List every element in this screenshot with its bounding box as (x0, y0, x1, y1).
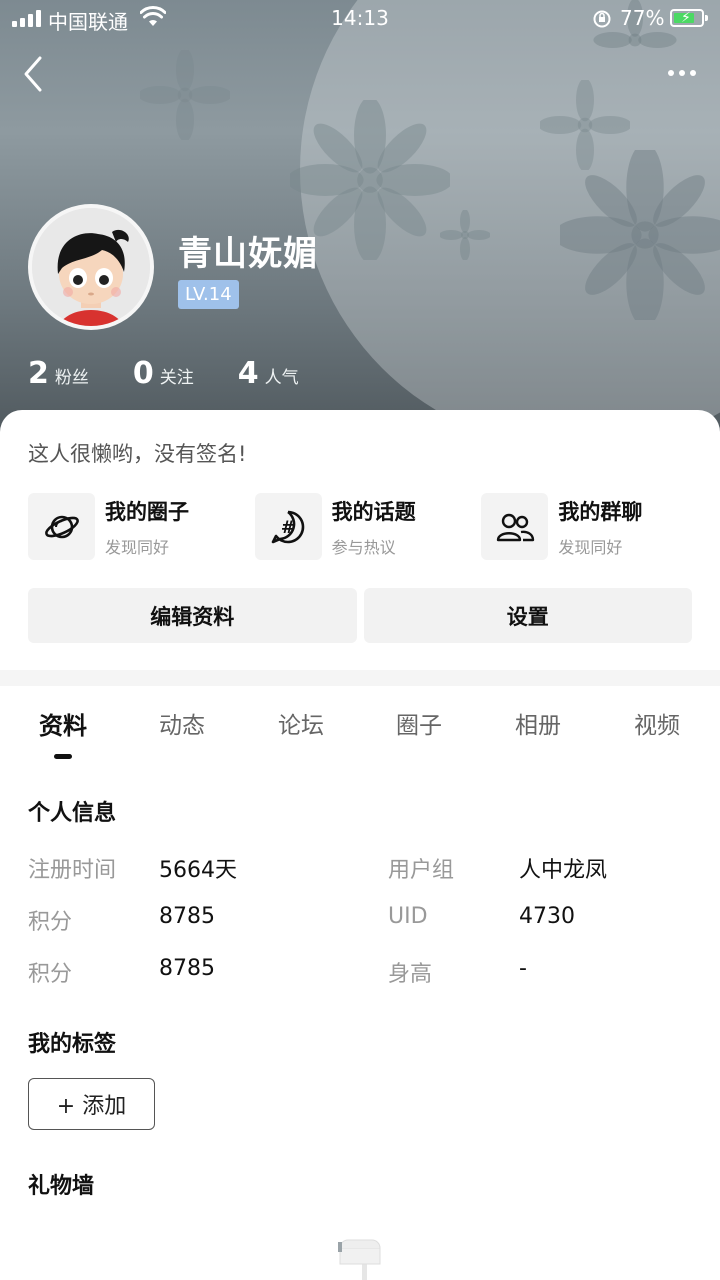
active-tab-indicator (54, 754, 72, 759)
info-key: 注册时间 (28, 858, 117, 883)
stat-label: 人气 (264, 368, 299, 388)
svg-text:#: # (281, 518, 295, 538)
flower-decoration (560, 150, 720, 320)
quick-link-title: 我的圈子 (105, 499, 189, 524)
stat-value: 2 (28, 356, 49, 391)
stat-following[interactable]: 0 关注 (133, 356, 194, 391)
bio-text[interactable]: 这人很懒哟，没有签名! (28, 438, 246, 468)
info-key: 用户组 (388, 858, 455, 883)
stat-value: 4 (237, 356, 259, 391)
status-time: 14:13 (331, 6, 389, 30)
info-value: 8785 (159, 904, 215, 929)
group-users-icon (481, 493, 549, 560)
tab-profile[interactable]: 资料 (3, 706, 123, 741)
settings-button[interactable]: 设置 (363, 588, 692, 643)
username: 青山妩媚 (178, 234, 318, 274)
rotation-lock-icon (592, 9, 612, 34)
quick-link-groups[interactable]: 我的群聊 发现同好 (481, 493, 708, 560)
stat-label: 关注 (159, 368, 194, 388)
info-value: 人中龙凤 (519, 858, 608, 883)
quick-link-subtitle: 发现同好 (558, 537, 623, 557)
planet-icon (28, 493, 95, 560)
more-options-button[interactable] (662, 58, 702, 88)
tab-circles[interactable]: 圈子 (359, 706, 479, 740)
chevron-left-icon (24, 56, 42, 92)
info-value: 4730 (519, 904, 575, 929)
tags-title: 我的标签 (28, 1032, 117, 1057)
quick-link-subtitle: 发现同好 (105, 537, 170, 557)
add-tag-button[interactable]: + 添加 (28, 1078, 155, 1130)
more-dots-icon (668, 70, 674, 76)
info-value: - (519, 956, 527, 981)
quick-links: 我的圈子 发现同好 # 我的话题 参与热议 我的群聊 发现同好 (28, 493, 708, 560)
tab-forum[interactable]: 论坛 (241, 706, 361, 740)
info-key: UID (388, 904, 428, 929)
stat-followers[interactable]: 2 粉丝 (28, 356, 89, 391)
profile-stats: 2 粉丝 0 关注 4 人气 (28, 356, 343, 391)
status-bar: 中国联通 14:13 77% ⚡ (0, 0, 720, 40)
section-divider (0, 670, 720, 686)
tab-album[interactable]: 相册 (478, 706, 598, 740)
flower-decoration (440, 210, 490, 260)
quick-link-title: 我的群聊 (558, 499, 643, 524)
tab-activity[interactable]: 动态 (122, 706, 242, 740)
battery-percent: 77% (620, 6, 665, 30)
info-value: 5664天 (159, 858, 237, 883)
flower-decoration (140, 50, 230, 140)
hashtag-chat-icon: # (254, 493, 322, 560)
mailbox-icon (332, 1236, 396, 1280)
avatar[interactable] (28, 204, 154, 330)
edit-profile-button[interactable]: 编辑资料 (28, 588, 357, 643)
battery-icon: ⚡ (670, 9, 708, 27)
info-key: 身高 (388, 962, 433, 987)
stat-value: 0 (132, 356, 154, 391)
info-value: 8785 (159, 956, 215, 981)
stat-label: 粉丝 (54, 368, 89, 388)
level-badge: LV.14 (178, 280, 239, 309)
back-button[interactable] (16, 52, 56, 96)
profile-card: 这人很懒哟，没有签名! 我的圈子 发现同好 # 我的话题 参与热议 我的群聊 发… (0, 410, 720, 670)
stat-popularity[interactable]: 4 人气 (238, 356, 299, 391)
quick-link-topics[interactable]: # 我的话题 参与热议 (254, 493, 482, 560)
personal-info-title: 个人信息 (28, 801, 117, 826)
quick-link-circles[interactable]: 我的圈子 发现同好 (28, 493, 255, 560)
info-key: 积分 (28, 962, 73, 987)
tab-video[interactable]: 视频 (597, 706, 717, 740)
gift-wall-title: 礼物墙 (28, 1174, 95, 1199)
quick-link-subtitle: 参与热议 (331, 537, 396, 557)
info-key: 积分 (28, 910, 73, 935)
quick-link-title: 我的话题 (331, 499, 416, 524)
action-buttons: 编辑资料 设置 (28, 588, 692, 643)
profile-tabs: 资料 动态 论坛 圈子 相册 视频 (0, 706, 720, 766)
